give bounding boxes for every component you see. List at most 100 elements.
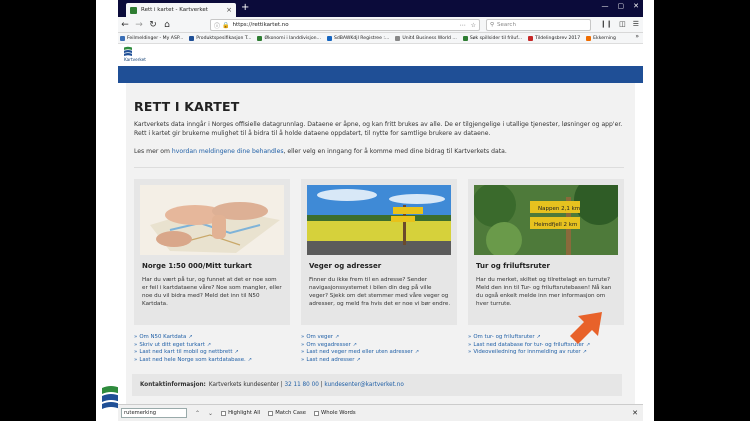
bookmark-icon <box>528 35 534 41</box>
bookmark-item[interactable]: Økonomi i landdivisjon... <box>257 35 321 41</box>
toolbar-right: ❙❙ ◫ ☰ <box>600 20 639 28</box>
checkbox-label: Highlight All <box>228 410 261 416</box>
find-previous-icon[interactable]: ⌃ <box>195 410 200 417</box>
contact-phone-link[interactable]: 32 11 80 00 <box>284 382 318 388</box>
external-link-icon: ↗ <box>356 356 361 363</box>
link-text: Last ned veger med eller uten adresser <box>306 349 413 356</box>
tab-rett-i-kartet[interactable]: Rett i kartet - Kartverket × <box>126 3 236 17</box>
link-item[interactable]: » Om veger ↗ <box>301 334 457 342</box>
card-n50[interactable]: Norge 1:50 000/Mitt turkart Har du vært … <box>134 179 290 325</box>
more-prefix: Les mer om <box>134 148 172 155</box>
more-suffix: , eller velg en inngang for å komme med … <box>283 148 507 155</box>
find-close-icon[interactable]: ✕ <box>632 409 638 417</box>
intro-text: Kartverkets data inngår i Norges offisie… <box>134 121 623 137</box>
bookmark-star-icon[interactable]: ☆ <box>471 22 476 29</box>
link-item[interactable]: » Last ned adresser ↗ <box>301 357 457 365</box>
lock-icon: 🔒 <box>222 21 230 29</box>
link-text: Skriv ut ditt eget turkart <box>139 341 205 348</box>
bullet-icon: » <box>301 334 305 340</box>
highlight-all-checkbox[interactable]: Highlight All <box>221 410 260 416</box>
link-item[interactable]: » Om vegadresser ↗ <box>301 342 457 350</box>
header-banner <box>118 66 643 83</box>
tab-close-icon[interactable]: × <box>226 6 232 14</box>
link-item[interactable]: » Last ned kart til mobil og nettbrett ↗ <box>134 349 290 357</box>
close-window-icon[interactable]: ✕ <box>633 2 639 10</box>
road-sign-image <box>307 185 451 255</box>
bookmark-label: Produktspesifikasjon T... <box>196 35 252 41</box>
url-bar[interactable]: ⓘ 🔒 https://rettikartet.no ⋯ ☆ <box>210 19 480 31</box>
link-text: Last ned hele Norge som kartdatabase. <box>139 356 246 363</box>
bookmark-item[interactable]: Tildelingsbrev 2017 <box>528 35 581 41</box>
external-link-icon: ↗ <box>334 334 340 340</box>
match-case-checkbox[interactable]: Match Case <box>268 410 306 416</box>
window-controls: — ▢ ✕ <box>602 2 640 10</box>
site-logo-text: Kartverket <box>124 57 146 62</box>
whole-words-checkbox[interactable]: Whole Words <box>314 410 356 416</box>
link-text: Om veger <box>306 334 333 340</box>
maximize-icon[interactable]: ▢ <box>618 2 625 10</box>
link-item[interactable]: » Videoveiledning for innmelding av ruter… <box>468 349 624 357</box>
link-text: Videoveiledning for innmelding av ruter <box>473 349 581 356</box>
search-icon: ⚲ <box>490 22 495 28</box>
bookmark-icon <box>395 35 401 41</box>
bookmark-label: Økonomi i landdivisjon... <box>264 35 321 41</box>
checkbox-box <box>221 410 227 416</box>
link-item[interactable]: » Skriv ut ditt eget turkart ↗ <box>134 342 290 350</box>
bullet-icon: » <box>134 334 138 340</box>
bookmark-item[interactable]: Ekkerning <box>586 35 616 41</box>
bookmark-item[interactable]: Feilmeldinger - My ASP... <box>120 35 183 41</box>
contact-email-link[interactable]: kundesenter@kartverket.no <box>324 382 403 388</box>
tab-title: Rett i kartet - Kartverket <box>141 7 208 13</box>
bookmarks-overflow-icon[interactable]: » <box>635 33 639 40</box>
reload-icon[interactable]: ↻ <box>146 20 160 30</box>
trail-sign-image: Nappen 2,1 km Heimdfjell 2 km <box>474 185 618 255</box>
bookmark-item[interactable]: SdBAWKdjl Registree :... <box>326 35 389 41</box>
bookmark-label: Ekkerning <box>593 35 616 41</box>
card-veger[interactable]: Veger og adresser Finner du ikke frem ti… <box>301 179 457 325</box>
find-input[interactable]: rutemerking <box>121 408 187 418</box>
card-title: Veger og adresser <box>309 262 382 270</box>
kartverket-logo-icon <box>124 46 132 56</box>
card-description: Finner du ikke frem til en adresse? Send… <box>309 277 451 307</box>
page-title: RETT I KARTET <box>134 99 240 114</box>
library-icon[interactable]: ❙❙ <box>600 20 612 28</box>
bookmark-item[interactable]: Søk spillsider til friluf... <box>462 35 522 41</box>
back-icon[interactable]: ← <box>118 20 132 30</box>
find-next-icon[interactable]: ⌄ <box>208 410 213 417</box>
screen: Rett i kartet - Kartverket × + — ▢ ✕ ← →… <box>0 0 750 421</box>
bookmark-icon <box>462 35 468 41</box>
favicon <box>130 6 137 14</box>
bookmark-icon <box>326 35 332 41</box>
menu-icon[interactable]: ☰ <box>633 20 639 28</box>
card-tur[interactable]: Nappen 2,1 km Heimdfjell 2 km Tur og fri… <box>468 179 624 325</box>
sidebar-icon[interactable]: ◫ <box>619 20 626 28</box>
contact-separator: | <box>280 382 283 388</box>
checkbox-box <box>314 410 320 416</box>
link-item[interactable]: » Last ned hele Norge som kartdatabase. ↗ <box>134 357 290 365</box>
home-icon[interactable]: ⌂ <box>160 20 174 30</box>
page-actions-icon[interactable]: ⋯ <box>460 22 466 29</box>
card-description: Har du vært på tur, og funnet at det er … <box>142 277 282 307</box>
process-link[interactable]: hvordan meldingene dine behandles <box>172 148 284 155</box>
external-link-icon: ↗ <box>206 341 212 348</box>
link-text: Om vegadresser <box>306 341 351 348</box>
link-item[interactable]: » Last ned veger med eller uten adresser ↗ <box>301 349 457 357</box>
minimize-icon[interactable]: — <box>602 2 609 10</box>
search-placeholder: Search <box>497 22 516 28</box>
map-hands-image <box>140 185 284 255</box>
new-tab-button[interactable]: + <box>241 3 249 13</box>
bookmark-item[interactable]: Unit4 Business World ... <box>395 35 457 41</box>
forward-icon[interactable]: → <box>132 20 146 30</box>
link-item[interactable]: » Om N50 Kartdata ↗ <box>134 334 290 342</box>
bookmark-label: Tildelingsbrev 2017 <box>535 35 581 41</box>
bullet-icon: » <box>468 349 472 356</box>
search-box[interactable]: ⚲ Search <box>486 19 591 31</box>
bullet-icon: » <box>301 349 305 356</box>
bookmark-item[interactable]: Produktspesifikasjon T... <box>189 35 252 41</box>
external-link-icon: ↗ <box>247 356 252 363</box>
bullet-icon: » <box>134 341 138 348</box>
external-link-icon: ↗ <box>234 349 239 356</box>
bullet-icon: » <box>134 349 138 356</box>
site-logo[interactable]: Kartverket <box>124 46 146 62</box>
info-icon[interactable]: ⓘ <box>214 21 220 30</box>
